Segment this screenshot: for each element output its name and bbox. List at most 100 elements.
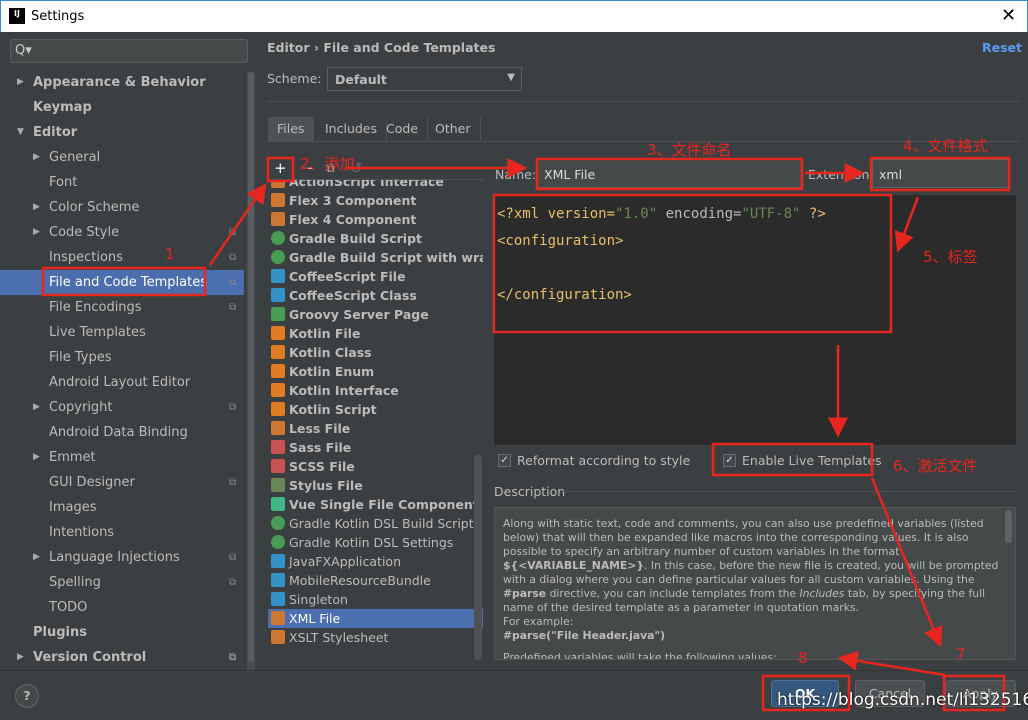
help-button[interactable]: ? (15, 684, 39, 708)
template-list-item[interactable]: CoffeeScript File (268, 267, 483, 286)
sidebar-item[interactable]: File Types (0, 345, 244, 370)
desc-var: ${<VARIABLE_NAME>} (503, 559, 645, 572)
template-list-item[interactable]: CoffeeScript Class (268, 286, 483, 305)
template-list-item[interactable]: Kotlin Script (268, 400, 483, 419)
sidebar-item-label: Android Data Binding (49, 425, 188, 440)
template-list-item[interactable]: Less File (268, 419, 483, 438)
sidebar-item[interactable]: File Encodings ⧉ (0, 295, 244, 320)
chevron-right-icon[interactable]: ▶ (33, 220, 40, 245)
file-type-icon (271, 231, 285, 245)
sidebar-item[interactable]: ▶ Emmet (0, 445, 244, 470)
name-label: Name: (495, 167, 537, 182)
template-list-item[interactable]: Stylus File (268, 476, 483, 495)
window-title: Settings (31, 9, 85, 24)
sidebar-item-label: Android Layout Editor (49, 375, 191, 390)
sidebar-item-label: Code Style (49, 225, 120, 240)
extension-input[interactable]: xml (872, 159, 1009, 188)
sidebar-item[interactable]: Images (0, 495, 244, 520)
template-list-item[interactable]: Kotlin Interface (268, 381, 483, 400)
file-type-icon (271, 592, 285, 606)
sidebar-item[interactable]: Plugins (0, 620, 244, 645)
sidebar-item[interactable]: ▶ Version Control ⧉ (0, 645, 244, 670)
template-list-item[interactable]: Flex 4 Component (268, 210, 483, 229)
sidebar-item[interactable]: Android Layout Editor (0, 370, 244, 395)
chevron-right-icon[interactable]: ▶ (33, 395, 40, 420)
sidebar-item[interactable]: TODO (0, 595, 244, 620)
sidebar-item[interactable]: ▶ Copyright ⧉ (0, 395, 244, 420)
chevron-right-icon[interactable]: ▶ (33, 445, 40, 470)
template-list-item[interactable]: Kotlin Class (268, 343, 483, 362)
sidebar-item[interactable]: ▶ Color Scheme (0, 195, 244, 220)
project-scope-icon: ⧉ (229, 477, 237, 488)
project-scope-icon: ⧉ (229, 302, 237, 313)
description-label: Description (494, 484, 566, 499)
sidebar-item[interactable]: Intentions (0, 520, 244, 545)
reset-link[interactable]: Reset (982, 40, 1022, 55)
sidebar-item[interactable]: Spelling ⧉ (0, 570, 244, 595)
sidebar-item[interactable]: ▶ Code Style ⧉ (0, 220, 244, 245)
sidebar-item[interactable]: Android Data Binding (0, 420, 244, 445)
sidebar-item[interactable]: Live Templates (0, 320, 244, 345)
sidebar-item-label: General (49, 150, 101, 165)
sidebar-item[interactable]: ▶ Language Injections ⧉ (0, 545, 244, 570)
code-line: ?> (800, 206, 826, 222)
template-label: JavaFXApplication (289, 554, 401, 569)
template-list-item[interactable]: SCSS File (268, 457, 483, 476)
template-list-item[interactable]: Gradle Kotlin DSL Settings (268, 533, 483, 552)
template-list-item[interactable]: Singleton (268, 590, 483, 609)
file-type-icon (271, 478, 285, 492)
sidebar-scrollbar[interactable] (247, 72, 255, 672)
close-icon[interactable]: ✕ (1001, 5, 1016, 26)
template-list-item[interactable]: Flex 3 Component (268, 191, 483, 210)
sidebar-item[interactable]: ▼ Editor (0, 120, 244, 145)
chevron-right-icon[interactable]: ▶ (33, 195, 40, 220)
name-input[interactable]: XML File (537, 159, 802, 188)
template-list-item[interactable]: Kotlin File (268, 324, 483, 343)
chevron-right-icon[interactable]: ▶ (17, 645, 24, 670)
chevron-right-icon[interactable]: ▶ (33, 545, 40, 570)
template-list-item[interactable]: Vue Single File Component (268, 495, 483, 514)
template-list-item[interactable]: Gradle Kotlin DSL Build Script (268, 514, 483, 533)
tab-other[interactable]: Other (426, 117, 481, 142)
sidebar-item[interactable]: ▶ Appearance & Behavior (0, 70, 244, 95)
scheme-value: Default (335, 72, 387, 87)
template-list-item[interactable]: Kotlin Enum (268, 362, 483, 381)
scheme-dropdown[interactable]: Default ▼ (327, 67, 522, 91)
tab-files[interactable]: Files (268, 117, 315, 142)
watermark: https://blog.csdn.net/li1325169021 (777, 690, 1028, 710)
sidebar-item[interactable]: File and Code Templates ⧉ (0, 270, 244, 295)
file-type-icon (271, 180, 285, 188)
code-string: "1.0" (615, 206, 658, 222)
template-code-editor[interactable]: <?xml version="1.0" encoding="UTF-8" ?> … (494, 195, 1016, 445)
sidebar-item[interactable]: Keymap (0, 95, 244, 120)
sidebar-item[interactable]: ▶ General (0, 145, 244, 170)
template-label: ActionScript Interface (289, 180, 444, 189)
sidebar-item[interactable]: Inspections ⧉ (0, 245, 244, 270)
template-list-item[interactable]: MobileResourceBundle (268, 571, 483, 590)
template-list-item[interactable]: XML File (268, 609, 483, 628)
sidebar-item[interactable]: GUI Designer ⧉ (0, 470, 244, 495)
template-list-item[interactable]: Gradle Build Script with wrapper (268, 248, 483, 267)
checkbox-icon: ✓ (498, 454, 511, 467)
sidebar-item[interactable]: Font (0, 170, 244, 195)
tab-code[interactable]: Code (377, 117, 429, 142)
annotation-label: 6、激活文件 (893, 457, 978, 475)
template-list-item[interactable]: XSLT Stylesheet (268, 628, 483, 647)
template-list-item[interactable]: Gradle Build Script (268, 229, 483, 248)
template-list-item[interactable]: ActionScript Interface (268, 180, 483, 191)
add-icon[interactable]: + (274, 159, 287, 177)
settings-search-input[interactable]: Q▾ (10, 39, 248, 63)
sidebar-item-label: Images (49, 500, 97, 515)
list-scrollbar[interactable] (474, 455, 482, 660)
file-type-icon (271, 326, 285, 340)
template-list-item[interactable]: JavaFXApplication (268, 552, 483, 571)
template-list-item[interactable]: Groovy Server Page (268, 305, 483, 324)
description-scrollbar[interactable] (1005, 510, 1012, 543)
template-label: Flex 3 Component (289, 193, 417, 208)
template-list-item[interactable]: Sass File (268, 438, 483, 457)
desc-parse: #parse (503, 587, 547, 600)
sidebar-item-label: Copyright (49, 400, 113, 415)
chevron-down-icon[interactable]: ▼ (17, 120, 24, 145)
chevron-right-icon[interactable]: ▶ (33, 145, 40, 170)
chevron-right-icon[interactable]: ▶ (17, 70, 24, 95)
